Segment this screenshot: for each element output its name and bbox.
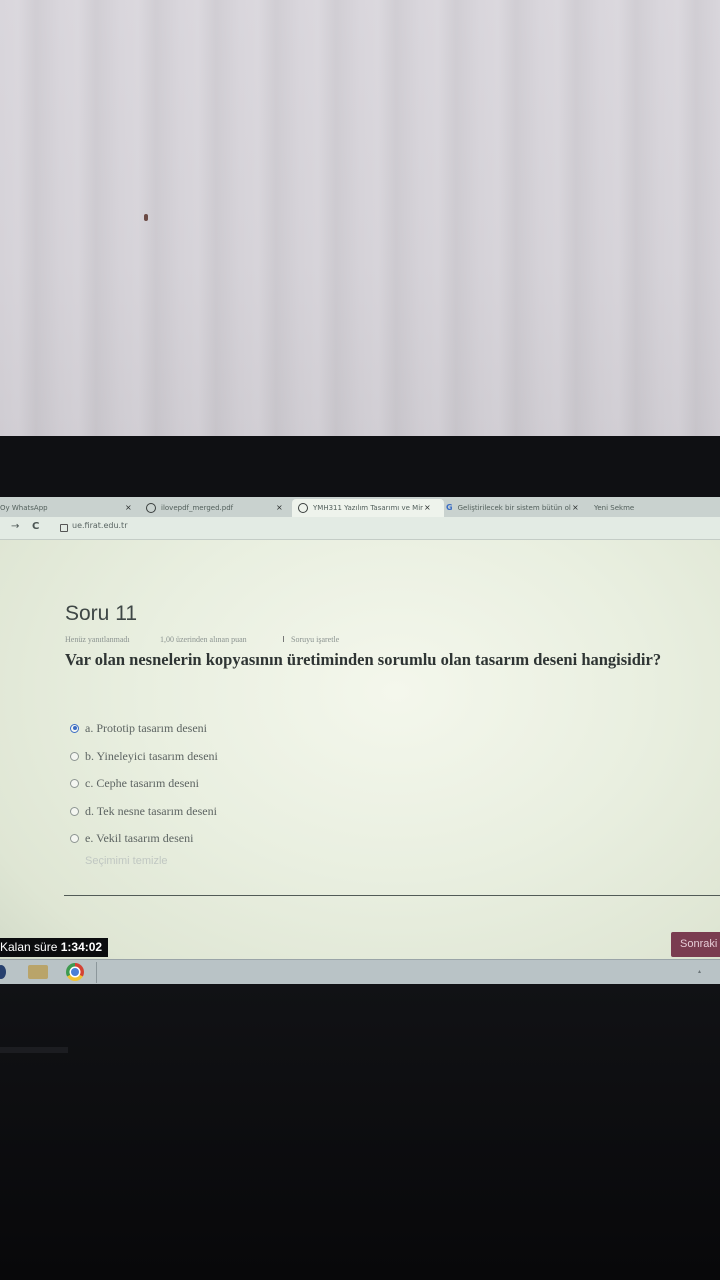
answer-option-d[interactable]: d. Tek nesne tasarım deseni: [70, 804, 217, 819]
question-title: Soru 11: [65, 602, 137, 625]
flag-question[interactable]: Soruyu işaretle: [283, 635, 339, 644]
flag-icon: [283, 636, 288, 642]
start-icon[interactable]: [0, 965, 6, 979]
timer-label: Kalan süre: [0, 940, 58, 954]
answer-option-b[interactable]: b. Yineleyici tasarım deseni: [70, 749, 218, 764]
time-remaining: Kalan süre 1:34:02: [0, 938, 109, 957]
globe-icon: [298, 503, 308, 513]
close-icon[interactable]: ×: [125, 499, 132, 517]
globe-icon: [146, 503, 156, 513]
lock-icon: [60, 524, 68, 532]
radio-icon[interactable]: [70, 778, 79, 788]
clear-choice-link[interactable]: Seçimimi temizle: [85, 855, 168, 867]
option-label: e. Vekil tasarım deseni: [85, 831, 194, 845]
option-label: d. Tek nesne tasarım deseni: [85, 804, 217, 818]
bezel-reflection: [0, 1047, 68, 1053]
laptop-bezel-bottom: [0, 984, 720, 1280]
laptop-screen: Oy WhatsApp × ilovepdf_merged.pdf × YMH3…: [0, 497, 720, 984]
wall-spot: [144, 214, 148, 221]
radio-icon[interactable]: [70, 751, 79, 761]
tab-label: YMH311 Yazılım Tasarımı ve Mir: [313, 504, 424, 512]
chrome-icon[interactable]: [66, 963, 84, 981]
flag-label: Soruyu işaretle: [291, 635, 340, 644]
tray-icon[interactable]: ▴: [698, 968, 701, 975]
taskbar-separator: [96, 962, 97, 983]
close-icon[interactable]: ×: [276, 499, 283, 517]
google-icon: G: [446, 503, 453, 512]
tab-whatsapp[interactable]: Oy WhatsApp ×: [0, 499, 138, 517]
tab-google[interactable]: G Geliştirilecek bir sistem bütün ol ×: [446, 499, 584, 517]
option-label: b. Yineleyici tasarım deseni: [85, 749, 218, 763]
divider: [64, 895, 720, 896]
tab-ymh311[interactable]: YMH311 Yazılım Tasarımı ve Mir ×: [292, 499, 444, 517]
radio-icon[interactable]: [70, 723, 79, 733]
option-label: a. Prototip tasarım deseni: [85, 721, 207, 735]
radio-icon[interactable]: [70, 833, 79, 843]
tab-label: Yeni Sekme: [594, 504, 635, 512]
tab-label: Geliştirilecek bir sistem bütün ol: [457, 504, 571, 512]
radio-icon[interactable]: [70, 806, 79, 816]
option-label: c. Cephe tasarım deseni: [85, 776, 199, 790]
reload-icon[interactable]: C: [32, 521, 39, 532]
close-icon[interactable]: ×: [424, 499, 431, 517]
timer-value: 1:34:02: [60, 940, 103, 954]
close-icon[interactable]: ×: [572, 499, 579, 517]
question-text: Var olan nesnelerin kopyasının üretimind…: [65, 650, 662, 669]
back-arrow-icon[interactable]: →: [11, 521, 19, 532]
browser-toolbar: → C ue.firat.edu.tr: [0, 517, 720, 540]
answer-option-c[interactable]: c. Cephe tasarım deseni: [70, 776, 199, 791]
background-wall: [0, 0, 720, 440]
tab-new[interactable]: Yeni Sekme: [594, 499, 714, 517]
answer-option-e[interactable]: e. Vekil tasarım deseni: [70, 831, 193, 846]
tab-label: Oy WhatsApp: [0, 504, 48, 512]
laptop-bezel-top: [0, 436, 720, 498]
answer-option-a[interactable]: a. Prototip tasarım deseni: [70, 721, 207, 736]
question-status: Henüz yanıtlanmadı: [65, 635, 130, 644]
browser-tab-strip: Oy WhatsApp × ilovepdf_merged.pdf × YMH3…: [0, 497, 720, 517]
taskbar: ▴: [0, 959, 720, 984]
question-points: 1,00 üzerinden alınan puan: [160, 635, 247, 644]
address-bar[interactable]: ue.firat.edu.tr: [72, 521, 127, 530]
folder-icon[interactable]: [28, 965, 48, 979]
tab-label: ilovepdf_merged.pdf: [161, 504, 234, 512]
next-button[interactable]: Sonraki: [671, 932, 720, 957]
tab-pdf[interactable]: ilovepdf_merged.pdf ×: [146, 499, 288, 517]
